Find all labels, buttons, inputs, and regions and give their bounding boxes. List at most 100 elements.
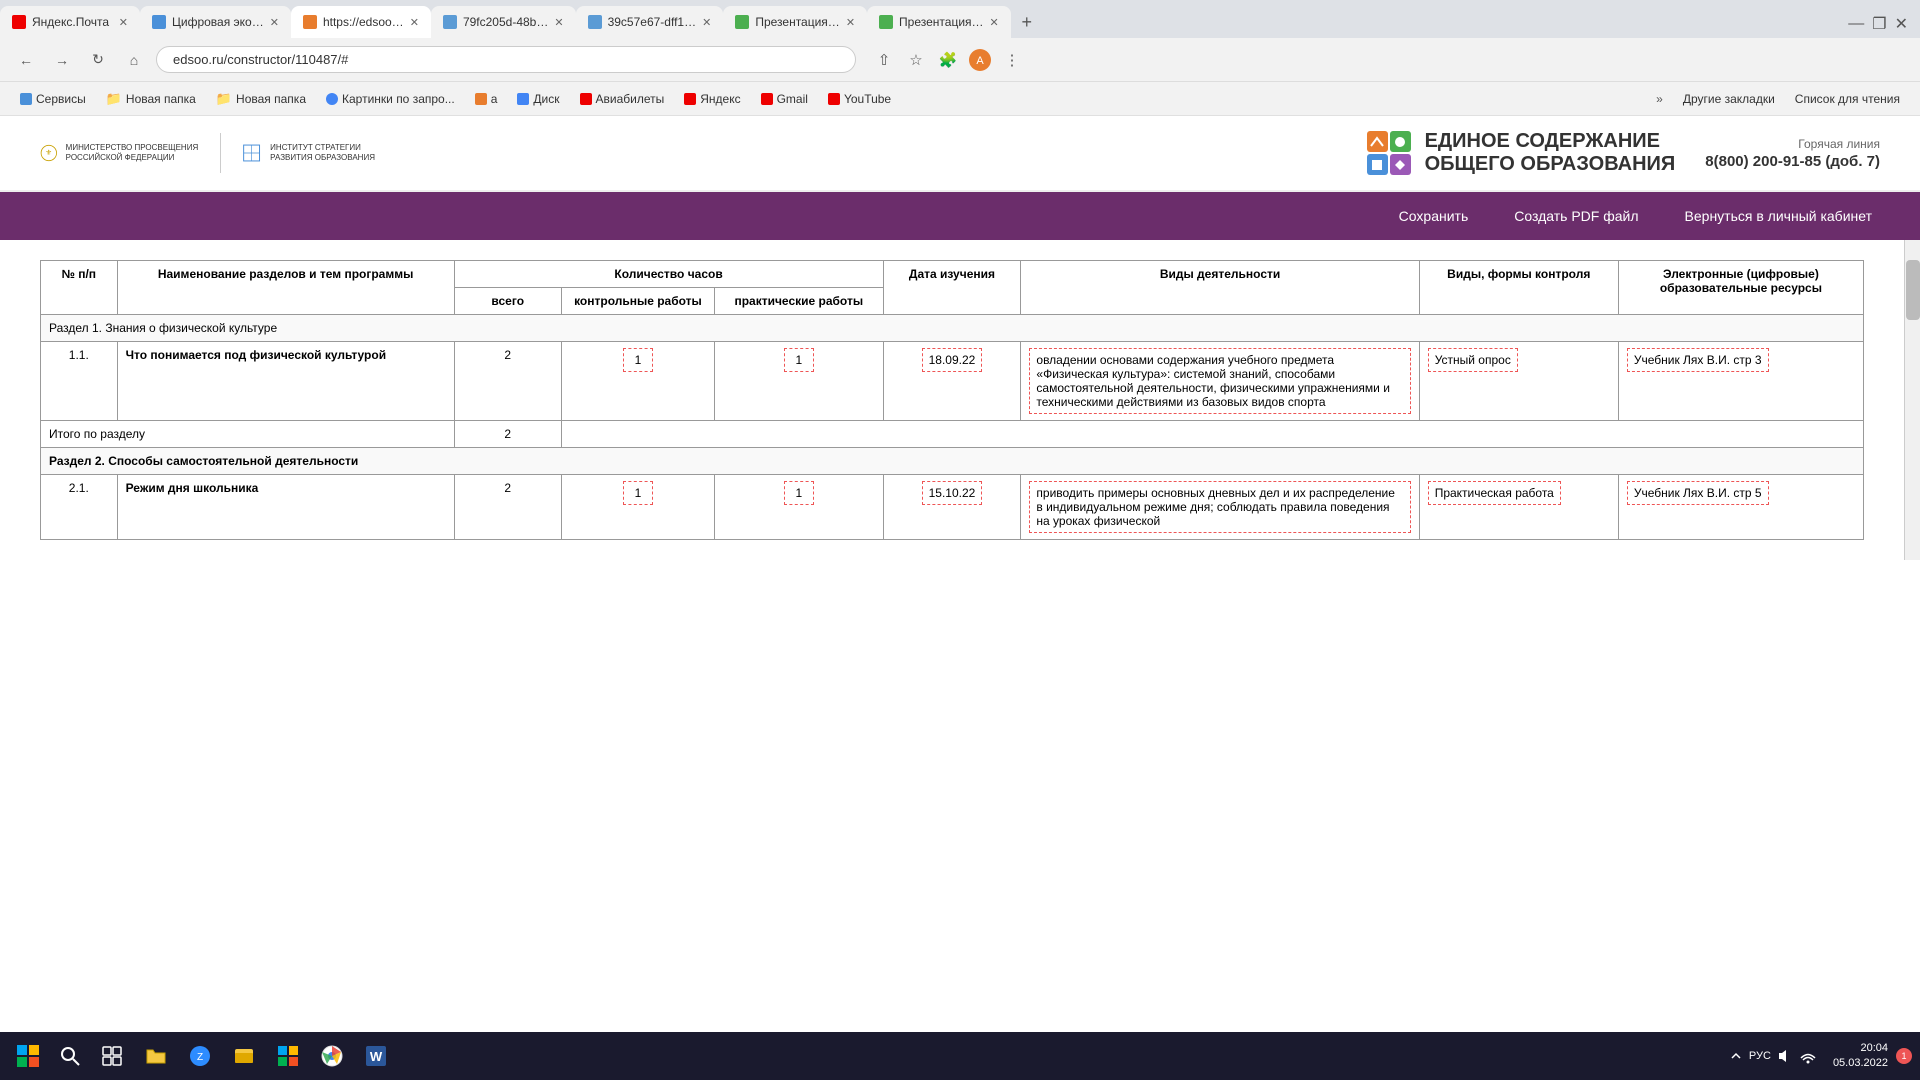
tab-6[interactable]: Презентация… ✕ [723, 6, 867, 38]
taskbar-tray: РУС [1719, 1047, 1825, 1065]
row-2-1-control-forms-input[interactable]: Практическая работа [1428, 481, 1561, 505]
row-1-1-digital-resources: Учебник Лях В.И. стр 3 [1618, 342, 1863, 421]
row-2-1-hours-control-input[interactable]: 1 [623, 481, 653, 505]
brand-title-line2: ОБЩЕГО ОБРАЗОВАНИЯ [1425, 153, 1676, 176]
other-bookmarks[interactable]: Другие закладки [1675, 90, 1783, 108]
header-activities: Виды деятельности [1021, 261, 1419, 315]
row-1-1-activities-input[interactable]: овладении основами содержания учебного п… [1029, 348, 1410, 414]
bookmark-yandex[interactable]: Яндекс [676, 90, 748, 108]
bookmarks-more-button[interactable]: » [1648, 90, 1671, 108]
bookmark-disk[interactable]: Диск [509, 90, 567, 108]
extensions-icon[interactable]: 🧩 [936, 48, 960, 72]
save-button[interactable]: Сохранить [1391, 208, 1477, 224]
reading-list[interactable]: Список для чтения [1787, 90, 1908, 108]
header-hours-practice: практические работы [715, 288, 884, 315]
bookmark-star-icon[interactable]: ☆ [904, 48, 928, 72]
tab-4-close[interactable]: ✕ [554, 16, 563, 29]
address-input[interactable] [156, 46, 856, 73]
chrome-button[interactable] [312, 1036, 352, 1076]
tab-4[interactable]: 79fc205d-48b… ✕ [431, 6, 576, 38]
profile-icon[interactable]: А [968, 48, 992, 72]
header-name: Наименование разделов и тем программы [117, 261, 454, 315]
row-2-1-date: 15.10.22 [883, 475, 1021, 540]
tab-2[interactable]: Цифровая эко… ✕ [140, 6, 291, 38]
row-1-1-hours-practice-input[interactable]: 1 [784, 348, 814, 372]
logo-divider [220, 133, 221, 173]
bookmark-avia[interactable]: Авиабилеты [572, 90, 673, 108]
tab-2-close[interactable]: ✕ [270, 16, 279, 29]
zoom-button[interactable]: Z [180, 1036, 220, 1076]
bookmark-folder2-label: Новая папка [236, 92, 306, 106]
tab-6-close[interactable]: ✕ [846, 16, 855, 29]
row-2-1-activities-input[interactable]: приводить примеры основных дневных дел и… [1029, 481, 1410, 533]
bookmark-disk-label: Диск [533, 92, 559, 106]
reload-button[interactable]: ↻ [84, 46, 112, 74]
tab-5-close[interactable]: ✕ [702, 16, 711, 29]
bookmark-avia-icon [580, 93, 592, 105]
bookmark-disk-icon [517, 93, 529, 105]
start-button[interactable] [8, 1036, 48, 1076]
forward-button[interactable]: → [48, 46, 76, 74]
header-num: № п/п [41, 261, 118, 315]
pdf-button[interactable]: Создать PDF файл [1506, 208, 1646, 224]
bookmark-a[interactable]: a [467, 90, 506, 108]
scrollbar-thumb[interactable] [1906, 260, 1920, 320]
header-hours-group: Количество часов [454, 261, 883, 288]
tab-1-close[interactable]: ✕ [119, 16, 128, 29]
close-window-icon[interactable]: ✕ [1895, 14, 1908, 34]
brand-cell-1 [1367, 131, 1388, 152]
restore-icon[interactable]: ❐ [1872, 14, 1886, 34]
new-tab-button[interactable]: + [1011, 6, 1043, 38]
tab-7[interactable]: Презентация… ✕ [867, 6, 1011, 38]
institute-emblem [241, 137, 262, 169]
bookmark-youtube[interactable]: YouTube [820, 90, 899, 108]
main-table: № п/п Наименование разделов и тем програ… [40, 260, 1864, 540]
share-icon[interactable]: ⇧ [872, 48, 896, 72]
word-button[interactable]: W [356, 1036, 396, 1076]
row-1-1-digital-resources-input[interactable]: Учебник Лях В.И. стр 3 [1627, 348, 1769, 372]
bookmark-servisy[interactable]: Сервисы [12, 90, 94, 108]
cabinet-button[interactable]: Вернуться в личный кабинет [1677, 208, 1880, 224]
address-bar: ← → ↻ ⌂ ⇧ ☆ 🧩 А ⋮ [0, 38, 1920, 82]
row-1-1-hours-control-input[interactable]: 1 [623, 348, 653, 372]
taskview-button[interactable] [92, 1036, 132, 1076]
lang-indicator[interactable]: РУС [1751, 1047, 1769, 1065]
file-manager-button[interactable] [224, 1036, 264, 1076]
volume-icon[interactable] [1775, 1047, 1793, 1065]
bookmark-folder2[interactable]: 📁 Новая папка [208, 89, 314, 109]
store-button[interactable] [268, 1036, 308, 1076]
vertical-scrollbar[interactable] [1904, 240, 1920, 560]
header-hours-control: контрольные работы [561, 288, 714, 315]
menu-icon[interactable]: ⋮ [1000, 48, 1024, 72]
other-bookmarks-label: Другие закладки [1683, 92, 1775, 106]
row-2-1-digital-resources-input[interactable]: Учебник Лях В.И. стр 5 [1627, 481, 1769, 505]
svg-text:⚜: ⚜ [45, 148, 52, 157]
bookmark-google[interactable]: Картинки по запро... [318, 90, 463, 108]
bookmark-yandex-label: Яндекс [700, 92, 740, 106]
tab-1[interactable]: Яндекс.Почта ✕ [0, 6, 140, 38]
minimize-icon[interactable]: — [1848, 15, 1864, 33]
network-icon[interactable] [1799, 1047, 1817, 1065]
row-2-1-hours-practice-input[interactable]: 1 [784, 481, 814, 505]
bookmark-servisy-label: Сервисы [36, 92, 86, 106]
brand-icon-grid [1367, 131, 1411, 175]
taskbar: Z W [0, 1032, 1920, 1080]
file-explorer-button[interactable] [136, 1036, 176, 1076]
home-button[interactable]: ⌂ [120, 46, 148, 74]
taskbar-time[interactable]: 20:04 05.03.2022 [1833, 1041, 1888, 1072]
section1-title-row: Раздел 1. Знания о физической культуре [41, 315, 1864, 342]
tab-3-close[interactable]: ✕ [410, 16, 419, 29]
row-1-1-date-input[interactable]: 18.09.22 [922, 348, 983, 372]
tab-7-close[interactable]: ✕ [990, 16, 999, 29]
brand-title: ЕДИНОЕ СОДЕРЖАНИЕ ОБЩЕГО ОБРАЗОВАНИЯ [1425, 130, 1676, 176]
bookmark-folder1[interactable]: 📁 Новая папка [98, 89, 204, 109]
notification-badge[interactable]: 1 [1896, 1048, 1912, 1064]
bookmark-gmail[interactable]: Gmail [753, 90, 816, 108]
row-2-1-date-input[interactable]: 15.10.22 [922, 481, 983, 505]
tab-3[interactable]: https://edsoo… ✕ [291, 6, 431, 38]
tab-5[interactable]: 39c57e67-dff1… ✕ [576, 6, 724, 38]
back-button[interactable]: ← [12, 46, 40, 74]
taskbar-search-button[interactable] [52, 1038, 88, 1074]
tray-up-arrow[interactable] [1727, 1047, 1745, 1065]
row-1-1-control-forms-input[interactable]: Устный опрос [1428, 348, 1518, 372]
